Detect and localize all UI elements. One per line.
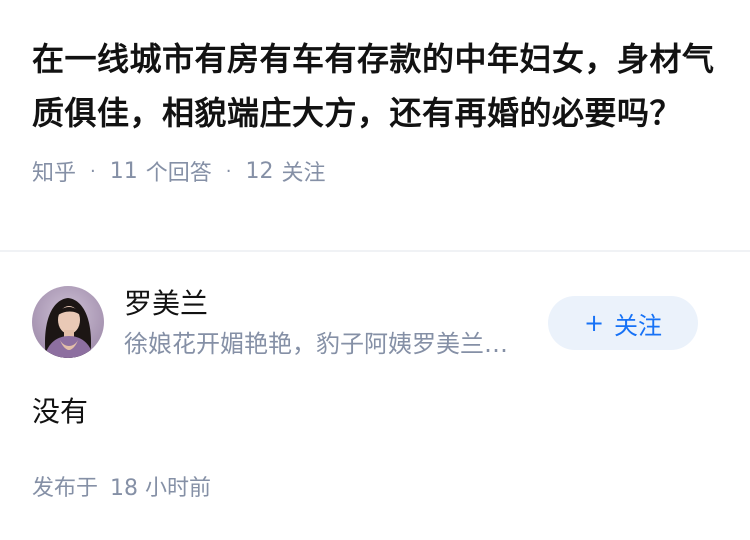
answer-timestamp: 发布于 18 小时前 (32, 474, 211, 504)
published-time: 18 小时前 (110, 476, 212, 501)
section-divider (0, 250, 750, 252)
author-bio: 徐娘花开媚艳艳，豹子阿姨罗美兰… (124, 330, 508, 358)
published-prefix: 发布于 (32, 476, 99, 501)
author-name[interactable]: 罗美兰 (124, 286, 208, 322)
answer-content[interactable]: 没有 (32, 392, 88, 432)
meta-separator: · (90, 160, 96, 182)
answer-count-label[interactable]: 个回答 (146, 155, 212, 187)
question-header: 在一线城市有房有车有存款的中年妇女，身材气质俱佳，相貌端庄大方，还有再婚的必要吗… (32, 32, 722, 186)
avatar-image-icon (32, 286, 104, 358)
follow-button-label: 关注 (614, 311, 663, 340)
author-card: 罗美兰 徐娘花开媚艳艳，豹子阿姨罗美兰… + 关注 (32, 286, 718, 358)
plus-icon: + (583, 309, 605, 337)
source-label[interactable]: 知乎 (32, 155, 76, 187)
follow-button[interactable]: + 关注 (548, 296, 698, 350)
question-title[interactable]: 在一线城市有房有车有存款的中年妇女，身材气质俱佳，相貌端庄大方，还有再婚的必要吗… (32, 32, 722, 140)
follow-count: 12 (245, 158, 274, 184)
user-avatar[interactable] (32, 286, 104, 358)
follow-count-label[interactable]: 关注 (282, 155, 326, 187)
answer-count: 11 (109, 158, 138, 184)
meta-separator: · (225, 160, 232, 182)
question-meta: 知乎 · 11 个回答 · 12 关注 (32, 155, 722, 187)
